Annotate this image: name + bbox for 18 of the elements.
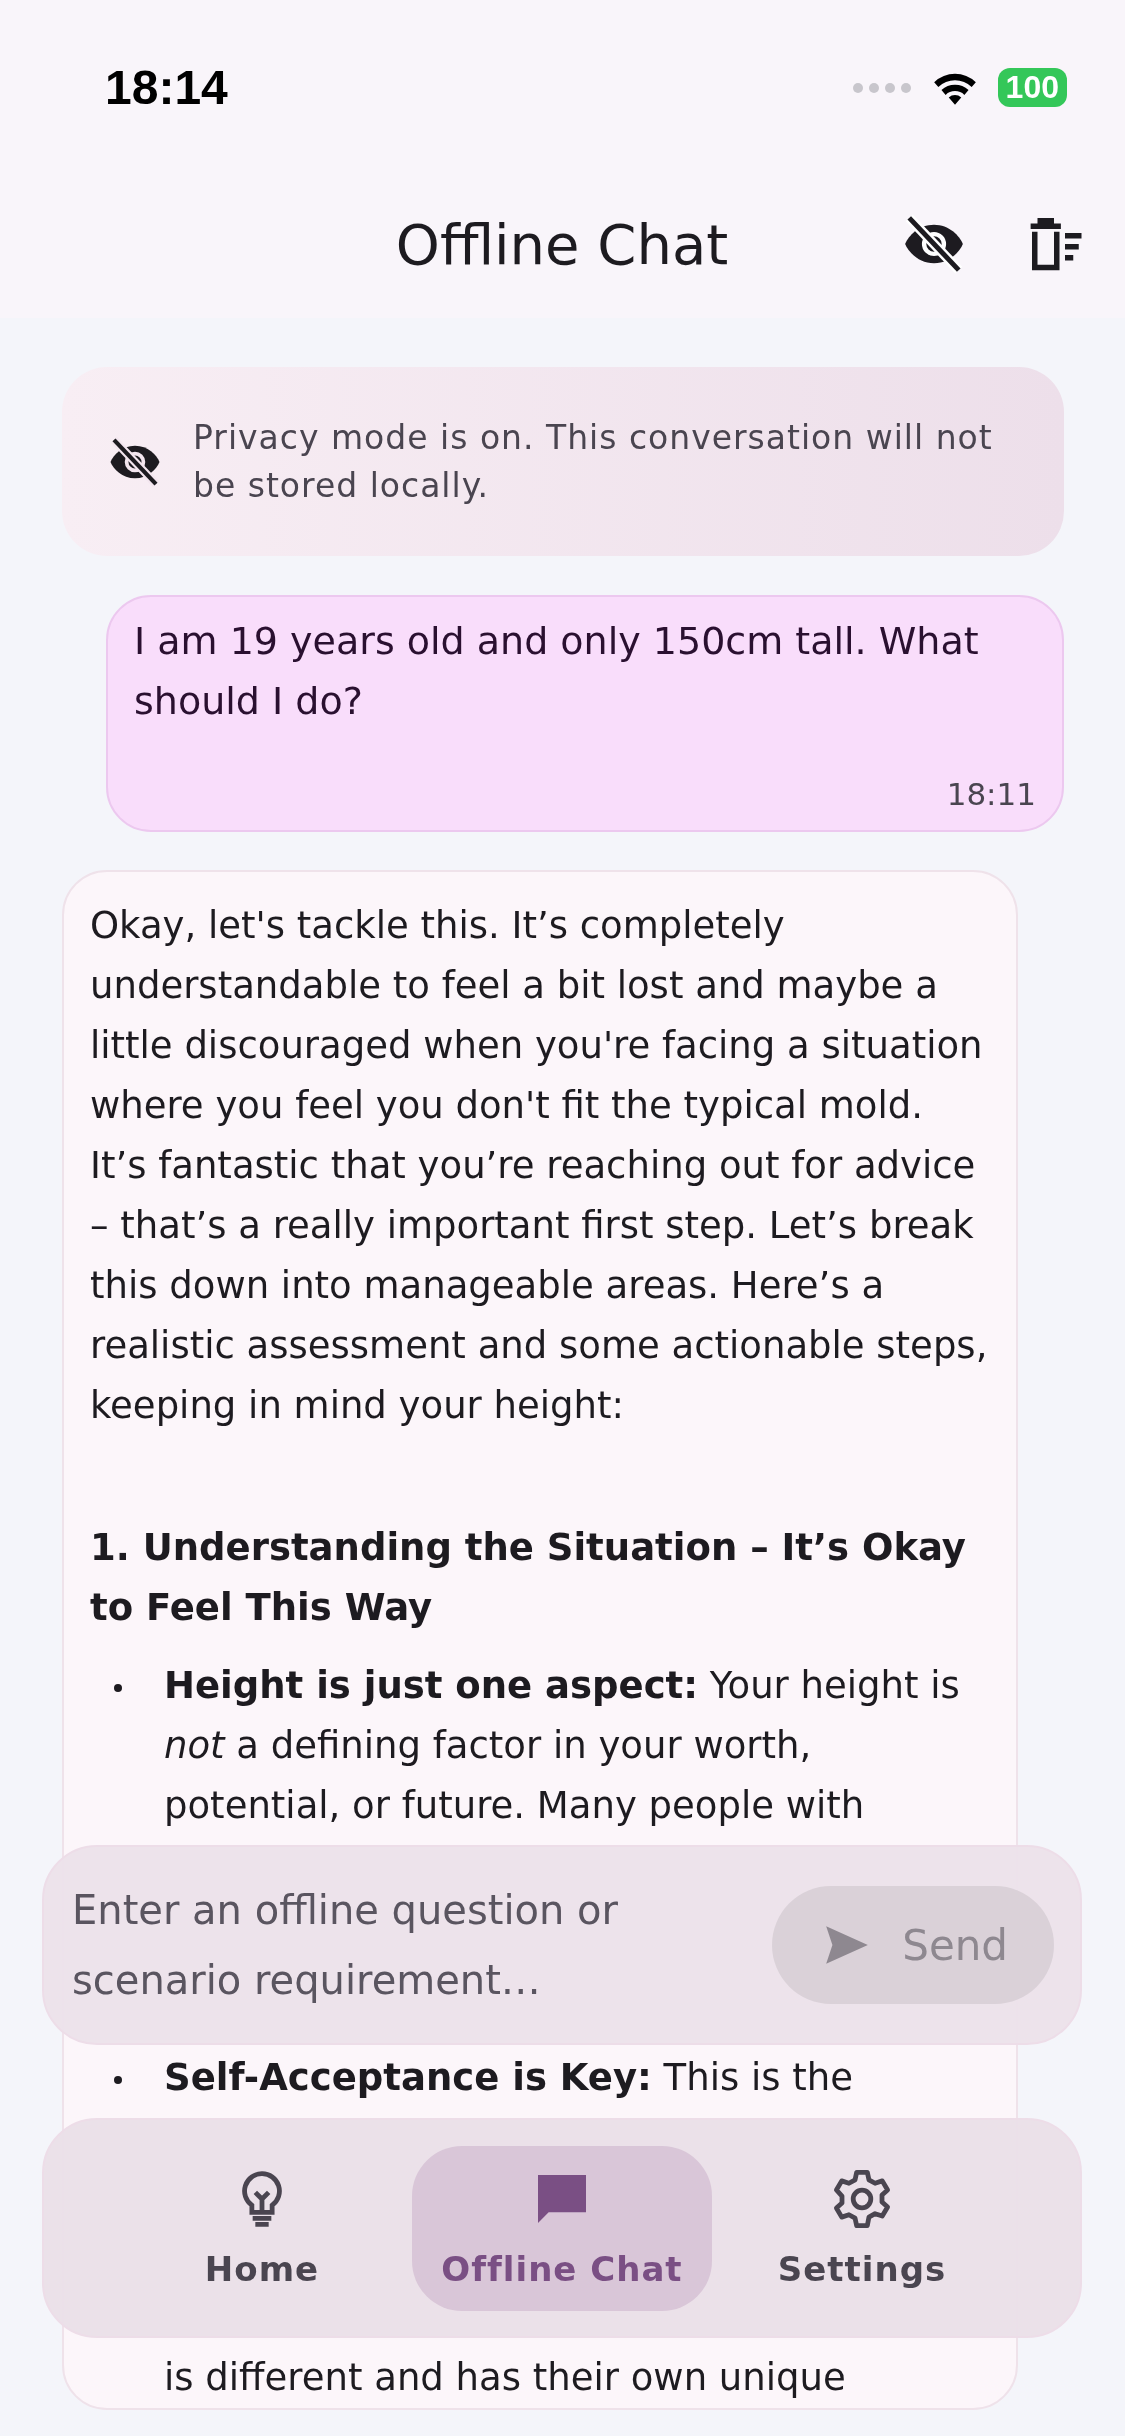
message-text: I am 19 years old and only 150cm tall. What should I do? xyxy=(134,618,980,725)
battery-level: 100 xyxy=(997,68,1067,107)
message-time: 18:11 xyxy=(946,776,1036,812)
screen-title: Offline Chat xyxy=(395,211,729,277)
nav-tab[interactable]: Settings xyxy=(712,2145,1012,2311)
message-input-field[interactable]: Enter an offline question or scenario requirement… Send xyxy=(42,1845,1082,2045)
bullet-dot xyxy=(114,1684,122,1692)
status-time: 18:14 xyxy=(105,60,228,115)
bullet-dot xyxy=(114,2076,122,2084)
nav-tab[interactable]: Offline Chat xyxy=(412,2145,712,2311)
response-heading: 1. Understanding the Situation – It’s Okay to Feel This Way xyxy=(90,1525,967,1631)
bullet-text: Height is just one aspect: Your height is not a defining factor in your worth, potential, or future. Many people with xyxy=(164,1663,961,1829)
bullet-text: is different and has their own unique xyxy=(163,2355,847,2401)
privacy-notice: Privacy mode is on. This conversation will not be stored locally. xyxy=(193,416,994,507)
nav-tab[interactable]: Home xyxy=(112,2145,412,2311)
response-paragraph: Okay, let's tackle this. It’s completely understandable to feel a bit lost and maybe a little discouraged when you're facing a situation where you feel you don't fit the typical mold. It’s fantastic that you’re reaching out for advice – that’s a really important first step. Let’s break this down into manageable areas. Here’s a realistic assessment and some actionable steps, keeping in mind your height: xyxy=(90,903,989,1429)
signal-dots-icon xyxy=(851,81,912,94)
bullet-text: Self-Acceptance is Key: This is the xyxy=(164,2055,853,2101)
